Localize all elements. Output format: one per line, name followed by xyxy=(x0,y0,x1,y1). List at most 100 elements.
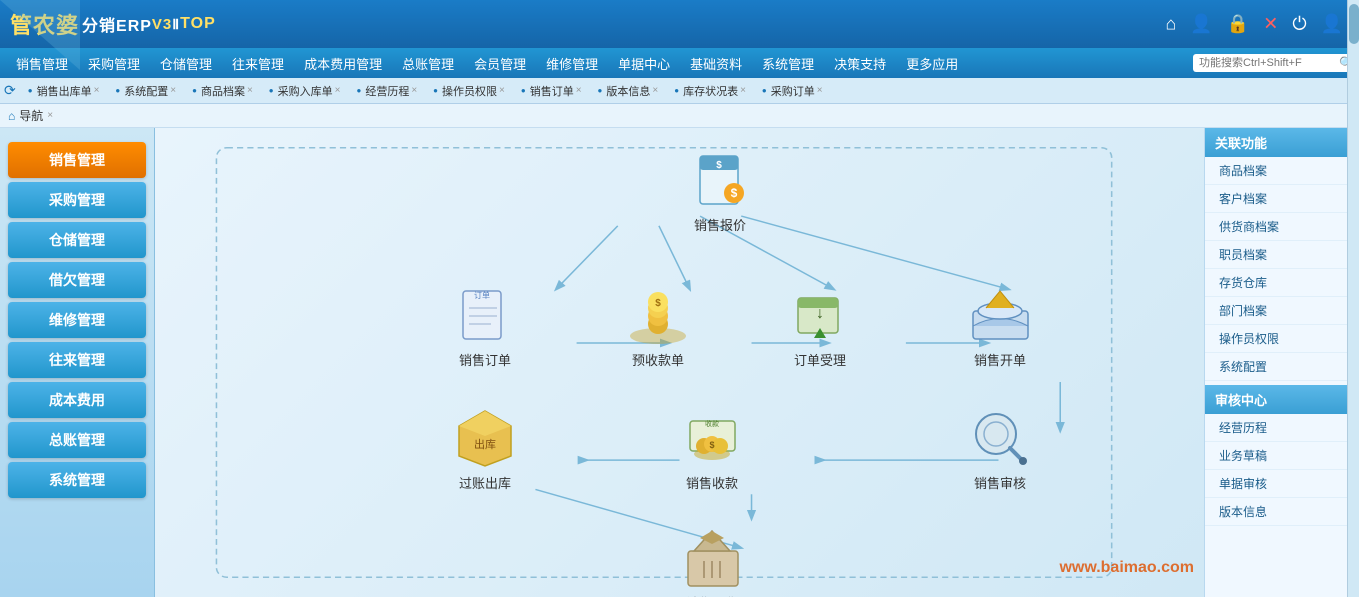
sales-collect-label: 销售收款 xyxy=(686,473,738,492)
tab-sales-out[interactable]: 销售出库单 × xyxy=(20,80,108,102)
home-small-icon[interactable]: ⌂ xyxy=(8,109,15,123)
main-layout: 销售管理 采购管理 仓储管理 借欠管理 维修管理 往来管理 成本费用 总账管理 … xyxy=(0,128,1359,597)
nav-ledger[interactable]: 总账管理 xyxy=(392,50,464,77)
flow-node-post-out[interactable]: 出库 过账出库 xyxy=(450,406,520,492)
lock-icon[interactable]: 🔒 xyxy=(1227,14,1249,35)
sidebar-item-debt[interactable]: 借欠管理 xyxy=(8,262,146,298)
nav-contacts[interactable]: 往来管理 xyxy=(222,50,294,77)
nav-basic[interactable]: 基础资料 xyxy=(680,50,752,77)
svg-text:订单: 订单 xyxy=(474,290,490,300)
sales-quote-label: 销售报价 xyxy=(694,215,746,234)
tab-system-config[interactable]: 系统配置 × xyxy=(107,80,184,102)
sidebar-item-system[interactable]: 系统管理 xyxy=(8,462,146,498)
sidebar-item-purchase[interactable]: 采购管理 xyxy=(8,182,146,218)
related-functions-title: 关联功能 xyxy=(1205,128,1359,157)
search-input[interactable] xyxy=(1199,57,1339,69)
link-system-config[interactable]: 系统配置 xyxy=(1205,353,1359,381)
svg-text:$: $ xyxy=(709,440,714,450)
tab-operator-rights[interactable]: 操作员权限 × xyxy=(425,80,513,102)
link-goods[interactable]: 商品档案 xyxy=(1205,157,1359,185)
post-out-icon: 出库 xyxy=(450,406,520,471)
breadcrumb-bar: ⌂ 导航 × xyxy=(0,104,1359,128)
nav-repair[interactable]: 维修管理 xyxy=(536,50,608,77)
nav-warehouse[interactable]: 仓储管理 xyxy=(150,50,222,77)
svg-text:$: $ xyxy=(716,160,722,171)
nav-purchase[interactable]: 采购管理 xyxy=(78,50,150,77)
power-icon[interactable]: ⏻ xyxy=(1292,14,1306,35)
sales-open-icon xyxy=(965,283,1035,348)
link-dept[interactable]: 部门档案 xyxy=(1205,297,1359,325)
link-version[interactable]: 版本信息 xyxy=(1205,498,1359,526)
link-staff[interactable]: 职员档案 xyxy=(1205,241,1359,269)
flow-node-prepay[interactable]: $ 预收款单 xyxy=(623,283,693,369)
flow-node-sales-open[interactable]: 销售开单 xyxy=(965,283,1035,369)
breadcrumb-tab-indicator: × xyxy=(47,110,53,121)
flow-node-sales-collect[interactable]: 收款 $ 销售收款 xyxy=(677,406,747,492)
link-customer[interactable]: 客户档案 xyxy=(1205,185,1359,213)
right-panel-audit: 审核中心 经营历程 业务草稿 单据审核 版本信息 xyxy=(1205,385,1359,526)
right-panel-related: 关联功能 商品档案 客户档案 供货商档案 职员档案 存货仓库 部门档案 操作员权… xyxy=(1205,128,1359,381)
tab-inventory-status[interactable]: 库存状况表 × xyxy=(666,80,754,102)
flow-node-sales-return[interactable]: 销售退货 xyxy=(677,526,747,597)
refresh-icon[interactable]: ⟳ xyxy=(4,82,16,99)
sidebar-item-sales[interactable]: 销售管理 xyxy=(8,142,146,178)
home-icon[interactable]: ⌂ xyxy=(1166,14,1177,35)
flow-diagram: $ $ 销售报价 订单 销 xyxy=(165,138,1194,587)
sales-order-label: 销售订单 xyxy=(459,350,511,369)
right-panel: 关联功能 商品档案 客户档案 供货商档案 职员档案 存货仓库 部门档案 操作员权… xyxy=(1204,128,1359,597)
close-icon[interactable]: ✕ xyxy=(1263,14,1278,35)
svg-text:$: $ xyxy=(655,298,661,309)
sales-order-icon: 订单 xyxy=(450,283,520,348)
nav-docs[interactable]: 单据中心 xyxy=(608,50,680,77)
nav-decision[interactable]: 决策支持 xyxy=(824,50,896,77)
nav-cost[interactable]: 成本费用管理 xyxy=(294,50,392,77)
audit-center-title: 审核中心 xyxy=(1205,385,1359,414)
flow-node-sales-quote[interactable]: $ $ 销售报价 xyxy=(685,148,755,234)
link-supplier[interactable]: 供货商档案 xyxy=(1205,213,1359,241)
sidebar-item-cost[interactable]: 成本费用 xyxy=(8,382,146,418)
tab-version[interactable]: 版本信息 × xyxy=(590,80,667,102)
flow-node-order-accept[interactable]: ↓ 订单受理 xyxy=(785,283,855,369)
search-box[interactable]: 🔍 xyxy=(1193,54,1353,72)
post-out-label: 过账出库 xyxy=(459,473,511,492)
prepay-icon: $ xyxy=(623,283,693,348)
account-icon[interactable]: 👤 xyxy=(1321,14,1343,35)
nav-system[interactable]: 系统管理 xyxy=(752,50,824,77)
user-icon[interactable]: 👤 xyxy=(1190,14,1212,35)
header-icons: ⌂ 👤 🔒 ✕ ⏻ 👤 xyxy=(1166,14,1343,35)
sidebar-item-warehouse[interactable]: 仓储管理 xyxy=(8,222,146,258)
sales-return-label: 销售退货 xyxy=(686,593,738,597)
sales-audit-label: 销售审核 xyxy=(974,473,1026,492)
tab-purchase-order[interactable]: 采购订单 × xyxy=(754,80,831,102)
sales-collect-icon: 收款 $ xyxy=(677,406,747,471)
nav-more[interactable]: 更多应用 xyxy=(896,50,968,77)
right-panel-scrollbar[interactable] xyxy=(1347,128,1359,597)
sales-return-icon xyxy=(677,526,747,591)
sidebar-item-repair[interactable]: 维修管理 xyxy=(8,302,146,338)
sidebar-item-ledger[interactable]: 总账管理 xyxy=(8,422,146,458)
svg-text:收款: 收款 xyxy=(705,419,719,428)
flow-node-sales-audit[interactable]: 销售审核 xyxy=(965,406,1035,492)
navbar: 销售管理 采购管理 仓储管理 往来管理 成本费用管理 总账管理 会员管理 维修管… xyxy=(0,48,1359,78)
flow-node-sales-order[interactable]: 订单 销售订单 xyxy=(450,283,520,369)
sales-quote-icon: $ $ xyxy=(685,148,755,213)
link-business-history[interactable]: 经营历程 xyxy=(1205,414,1359,442)
nav-member[interactable]: 会员管理 xyxy=(464,50,536,77)
svg-text:$: $ xyxy=(731,186,738,200)
main-content: $ $ 销售报价 订单 销 xyxy=(155,128,1204,597)
svg-text:出库: 出库 xyxy=(474,437,496,451)
tab-business-history[interactable]: 经营历程 × xyxy=(348,80,425,102)
link-warehouse[interactable]: 存货仓库 xyxy=(1205,269,1359,297)
link-draft[interactable]: 业务草稿 xyxy=(1205,442,1359,470)
sales-audit-icon xyxy=(965,406,1035,471)
tabbar: ⟳ 销售出库单 × 系统配置 × 商品档案 × 采购入库单 × 经营历程 × 操… xyxy=(0,78,1359,104)
sidebar: 销售管理 采购管理 仓储管理 借欠管理 维修管理 往来管理 成本费用 总账管理 … xyxy=(0,128,155,597)
tab-goods[interactable]: 商品档案 × xyxy=(184,80,261,102)
link-operator[interactable]: 操作员权限 xyxy=(1205,325,1359,353)
tab-purchase-in[interactable]: 采购入库单 × xyxy=(261,80,349,102)
link-doc-audit[interactable]: 单据审核 xyxy=(1205,470,1359,498)
breadcrumb-text: 导航 xyxy=(19,107,43,124)
tab-sales-order[interactable]: 销售订单 × xyxy=(513,80,590,102)
sidebar-item-contacts[interactable]: 往来管理 xyxy=(8,342,146,378)
order-accept-label: 订单受理 xyxy=(794,350,846,369)
